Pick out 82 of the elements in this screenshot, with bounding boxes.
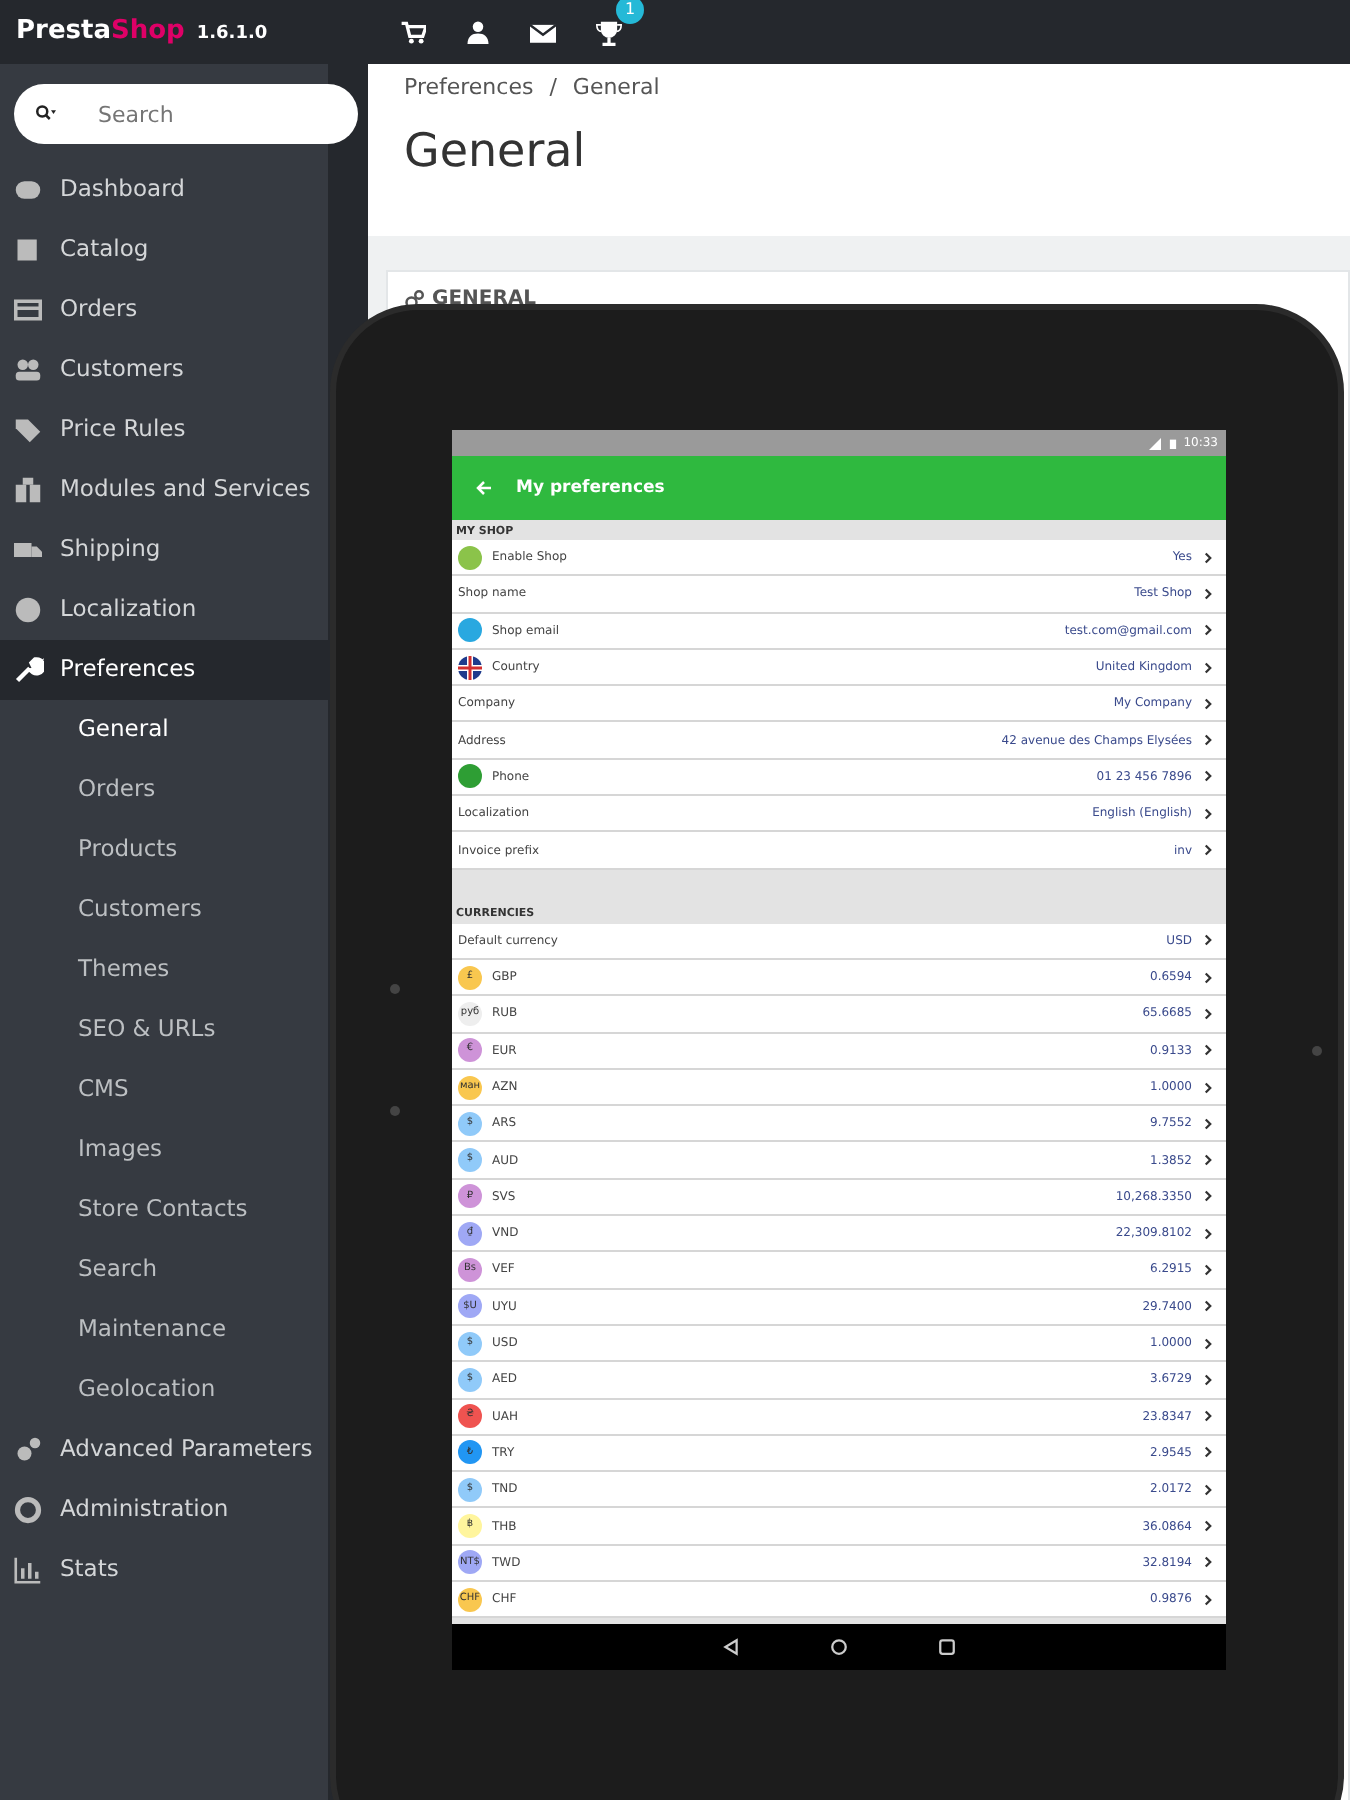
chevron-icon bbox=[1202, 624, 1214, 637]
search-field[interactable]: Search bbox=[14, 84, 358, 144]
logo-text: Presta bbox=[16, 14, 111, 51]
sidebar-item[interactable]: Modules and Services bbox=[0, 460, 328, 520]
submenu-item[interactable]: Geolocation bbox=[0, 1360, 328, 1420]
users-icon bbox=[12, 356, 44, 384]
signal-icon bbox=[1147, 437, 1162, 449]
back-arrow-icon[interactable] bbox=[476, 480, 492, 496]
gears-icon bbox=[404, 289, 424, 309]
submenu-item[interactable]: Images bbox=[0, 1120, 328, 1180]
submenu-item[interactable]: Maintenance bbox=[0, 1300, 328, 1360]
notification-badge: 1 bbox=[616, 0, 644, 24]
submenu-item[interactable]: Orders bbox=[0, 760, 328, 820]
submenu-item[interactable]: Store Contacts bbox=[0, 1180, 328, 1240]
flag-icon bbox=[458, 655, 482, 680]
chevron-icon bbox=[1202, 807, 1214, 820]
envelope-icon[interactable] bbox=[530, 19, 556, 45]
app-title: My preferences bbox=[516, 475, 665, 501]
chevron-icon bbox=[1202, 1007, 1214, 1020]
wrench-icon bbox=[12, 656, 44, 684]
card-icon bbox=[12, 296, 44, 324]
cart-icon[interactable] bbox=[400, 19, 426, 45]
breadcrumb-separator: / bbox=[549, 72, 557, 104]
back-icon[interactable] bbox=[722, 1638, 740, 1656]
chevron-icon bbox=[1202, 551, 1214, 564]
chevron-icon bbox=[1202, 1556, 1214, 1569]
panel-title: GENERAL bbox=[432, 286, 537, 314]
chevron-icon bbox=[1202, 1117, 1214, 1130]
sidebar-item[interactable]: Shipping bbox=[0, 520, 328, 580]
sidebar-item[interactable]: Orders bbox=[0, 280, 328, 340]
trophy-icon[interactable] bbox=[596, 20, 622, 47]
submenu-item[interactable]: Products bbox=[0, 820, 328, 880]
sidebar-item[interactable]: Advanced Parameters bbox=[0, 1420, 328, 1480]
chevron-icon bbox=[1202, 661, 1214, 674]
submenu-item[interactable]: CMS bbox=[0, 1060, 328, 1120]
chevron-icon bbox=[1202, 1373, 1214, 1386]
sidebar-item[interactable]: Localization bbox=[0, 580, 328, 640]
chevron-icon bbox=[1202, 934, 1214, 947]
submenu-item[interactable]: Search bbox=[0, 1240, 328, 1300]
chevron-icon bbox=[1202, 1410, 1214, 1423]
chevron-icon bbox=[1202, 1593, 1214, 1606]
version-text: 1.6.1.0 bbox=[196, 22, 268, 49]
logo-text: Shop bbox=[110, 14, 185, 51]
sidebar-item[interactable]: Customers bbox=[0, 340, 328, 400]
user-icon[interactable] bbox=[466, 20, 490, 44]
sidebar-item[interactable]: Dashboard bbox=[0, 160, 328, 220]
chart-icon bbox=[12, 1556, 44, 1584]
chevron-icon bbox=[1202, 1337, 1214, 1350]
submenu-item[interactable]: Customers bbox=[0, 880, 328, 940]
chevron-icon bbox=[1202, 1154, 1214, 1167]
chevron-icon bbox=[1202, 1044, 1214, 1057]
sidebar-item[interactable]: Administration bbox=[0, 1480, 328, 1540]
chevron-icon bbox=[1202, 1300, 1214, 1313]
breadcrumb-link[interactable]: Preferences bbox=[404, 72, 534, 105]
sidebar-item[interactable]: Stats bbox=[0, 1540, 328, 1600]
chevron-icon bbox=[1202, 587, 1214, 600]
sidebar-item[interactable]: Preferences bbox=[0, 640, 328, 700]
search-icon[interactable] bbox=[32, 104, 60, 124]
battery-icon bbox=[1167, 437, 1178, 449]
chevron-icon bbox=[1202, 1446, 1214, 1459]
breadcrumb-link[interactable]: General bbox=[572, 72, 660, 105]
gears-icon bbox=[12, 1436, 44, 1464]
home-icon[interactable] bbox=[830, 1638, 848, 1656]
chevron-icon bbox=[1202, 1227, 1214, 1240]
sidebar-item[interactable]: Catalog bbox=[0, 220, 328, 280]
submenu-item[interactable]: General bbox=[0, 700, 328, 760]
recents-icon[interactable] bbox=[938, 1638, 956, 1656]
chevron-icon bbox=[1202, 1190, 1214, 1203]
chevron-icon bbox=[1202, 734, 1214, 747]
chevron-icon bbox=[1202, 770, 1214, 783]
sidebar-item[interactable]: Price Rules bbox=[0, 400, 328, 460]
chevron-icon bbox=[1202, 1520, 1214, 1533]
tag-icon bbox=[12, 416, 44, 444]
page-title: General bbox=[404, 123, 588, 181]
submenu-item[interactable]: Themes bbox=[0, 940, 328, 1000]
chevron-icon bbox=[1202, 697, 1214, 710]
chevron-icon bbox=[1202, 1263, 1214, 1276]
submenu-item[interactable]: SEO & URLs bbox=[0, 1000, 328, 1060]
chevron-icon bbox=[1202, 971, 1214, 984]
chevron-icon bbox=[1202, 844, 1214, 857]
chevron-icon bbox=[1202, 1483, 1214, 1496]
chevron-icon bbox=[1202, 1081, 1214, 1093]
